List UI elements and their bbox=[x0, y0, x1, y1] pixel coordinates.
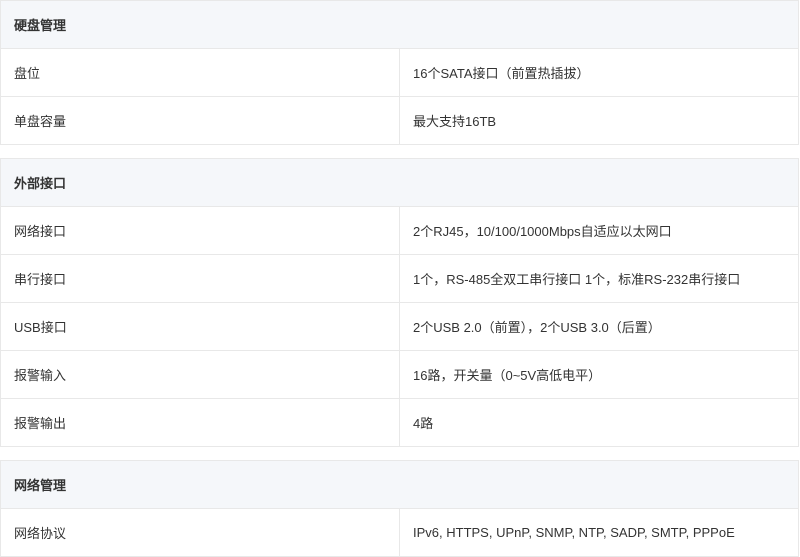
table-row: 盘位 16个SATA接口（前置热插拔） bbox=[0, 48, 799, 97]
row-label: 报警输入 bbox=[0, 350, 400, 399]
row-label: 报警输出 bbox=[0, 398, 400, 447]
row-label: 盘位 bbox=[0, 48, 400, 97]
spec-section-external-interfaces: 外部接口 网络接口 2个RJ45，10/100/1000Mbps自适应以太网口 … bbox=[0, 158, 799, 447]
section-title: 外部接口 bbox=[0, 158, 799, 207]
row-label: 单盘容量 bbox=[0, 96, 400, 145]
table-row: 网络协议 IPv6, HTTPS, UPnP, SNMP, NTP, SADP,… bbox=[0, 508, 799, 557]
section-header-row: 硬盘管理 bbox=[0, 0, 799, 49]
row-value: 2个USB 2.0（前置），2个USB 3.0（后置） bbox=[399, 302, 799, 351]
section-header-row: 网络管理 bbox=[0, 460, 799, 509]
section-header-row: 外部接口 bbox=[0, 158, 799, 207]
section-title: 网络管理 bbox=[0, 460, 799, 509]
row-value: 4路 bbox=[399, 398, 799, 447]
table-row: 网络接口 2个RJ45，10/100/1000Mbps自适应以太网口 bbox=[0, 206, 799, 255]
table-row: 报警输出 4路 bbox=[0, 398, 799, 447]
spec-section-network-management: 网络管理 网络协议 IPv6, HTTPS, UPnP, SNMP, NTP, … bbox=[0, 460, 799, 557]
row-value: 2个RJ45，10/100/1000Mbps自适应以太网口 bbox=[399, 206, 799, 255]
spec-page: 硬盘管理 盘位 16个SATA接口（前置热插拔） 单盘容量 最大支持16TB 外… bbox=[0, 0, 800, 557]
row-value: 16路，开关量（0~5V高低电平） bbox=[399, 350, 799, 399]
row-value: 最大支持16TB bbox=[399, 96, 799, 145]
table-row: USB接口 2个USB 2.0（前置），2个USB 3.0（后置） bbox=[0, 302, 799, 351]
row-label: USB接口 bbox=[0, 302, 400, 351]
row-label: 网络接口 bbox=[0, 206, 400, 255]
table-row: 单盘容量 最大支持16TB bbox=[0, 96, 799, 145]
section-title: 硬盘管理 bbox=[0, 0, 799, 49]
row-label: 串行接口 bbox=[0, 254, 400, 303]
row-label: 网络协议 bbox=[0, 508, 400, 557]
row-value: 1个，RS-485全双工串行接口 1个，标准RS-232串行接口 bbox=[399, 254, 799, 303]
spec-section-disk-management: 硬盘管理 盘位 16个SATA接口（前置热插拔） 单盘容量 最大支持16TB bbox=[0, 0, 799, 145]
table-row: 报警输入 16路，开关量（0~5V高低电平） bbox=[0, 350, 799, 399]
row-value: 16个SATA接口（前置热插拔） bbox=[399, 48, 799, 97]
row-value: IPv6, HTTPS, UPnP, SNMP, NTP, SADP, SMTP… bbox=[399, 508, 799, 557]
table-row: 串行接口 1个，RS-485全双工串行接口 1个，标准RS-232串行接口 bbox=[0, 254, 799, 303]
